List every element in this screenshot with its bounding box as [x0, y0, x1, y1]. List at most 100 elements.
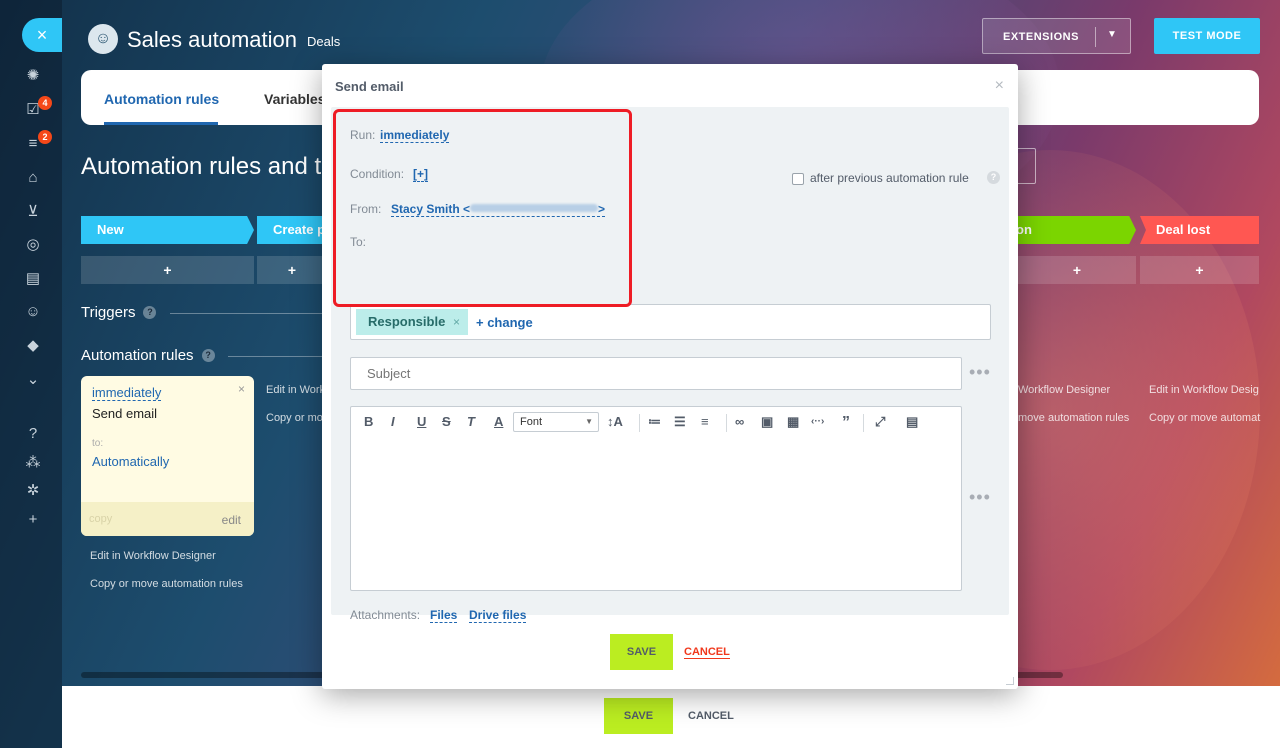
activity-icon[interactable]: ✺ — [24, 67, 42, 85]
help-icon[interactable]: ? — [143, 306, 157, 319]
save-button[interactable]: SAVE — [604, 698, 673, 734]
link-icon[interactable]: ∞ — [735, 414, 744, 429]
code-icon[interactable]: ‹··› — [811, 416, 824, 427]
cancel-button[interactable]: CANCEL — [684, 646, 730, 659]
stage-deal-lost[interactable]: Deal lost — [1140, 216, 1259, 244]
box-icon[interactable]: ◆ — [24, 337, 42, 355]
contact-card-icon[interactable]: ▤ — [24, 270, 42, 288]
rule-action: Send email — [92, 406, 158, 421]
image-icon[interactable]: ▣ — [761, 414, 773, 430]
target-icon[interactable]: ◎ — [24, 236, 42, 254]
add-trigger-button[interactable]: + — [1018, 256, 1136, 284]
edit-workflow-designer-link[interactable]: Edit in Workflow Designer — [90, 550, 216, 562]
help-icon[interactable]: ? — [24, 425, 42, 443]
triggers-label: Triggers — [81, 304, 136, 321]
add-icon[interactable]: + — [24, 511, 42, 529]
page-subtitle: Deals — [307, 34, 341, 49]
divider — [1095, 27, 1096, 47]
help-icon[interactable]: ? — [987, 171, 1000, 184]
divider — [228, 356, 322, 357]
extensions-button[interactable]: EXTENSIONS ▼ — [982, 18, 1131, 54]
close-icon[interactable]: × — [238, 382, 245, 396]
remove-tag-icon[interactable]: × — [453, 309, 460, 335]
underline-icon[interactable]: U — [417, 414, 426, 429]
settings-icon[interactable]: ✲ — [24, 482, 42, 500]
font-size-icon[interactable]: ↕A — [607, 414, 623, 429]
bulleted-list-icon[interactable]: ☰ — [674, 414, 686, 430]
strikethrough-icon[interactable]: S — [442, 414, 451, 429]
add-trigger-button[interactable]: + — [1140, 256, 1259, 284]
after-previous-checkbox[interactable] — [792, 173, 804, 185]
active-tab-indicator — [104, 122, 218, 125]
more-options-icon[interactable]: ••• — [969, 362, 991, 383]
automation-rules-heading: Automation rules? — [81, 347, 215, 364]
table-icon[interactable]: ▦ — [787, 414, 799, 430]
copy-move-rules-link[interactable]: move automation rules — [1018, 412, 1129, 424]
italic-icon[interactable]: I — [391, 414, 395, 429]
divider — [170, 313, 322, 314]
rule-card-footer: copy edit — [81, 502, 254, 536]
cart-icon[interactable]: ⊻ — [24, 203, 42, 221]
more-options-icon[interactable]: ••• — [969, 487, 991, 508]
resize-handle[interactable] — [1006, 677, 1014, 685]
test-mode-button[interactable]: TEST MODE — [1154, 18, 1260, 54]
left-sidebar: × ✺ ☑ 4 ≡ 2 ⌂ ⊻ ◎ ▤ ☺ ◆ ⌄ ? ⁂ ✲ + — [0, 0, 62, 748]
more-icon[interactable]: ⌄ — [24, 371, 42, 389]
attach-drive-files-link[interactable]: Drive files — [469, 608, 527, 623]
attach-files-link[interactable]: Files — [430, 608, 458, 623]
help-icon[interactable]: ? — [201, 349, 215, 362]
edit-link[interactable]: edit — [222, 513, 241, 527]
edit-workflow-designer-link[interactable]: Edit in Workflow Desig — [1149, 384, 1259, 396]
chevron-down-icon: ▼ — [585, 417, 593, 426]
message-editor[interactable]: B I U S T A Font ▼ ↕A ≔ ☰ ≡ ∞ ▣ ▦ ‹··› ”… — [350, 406, 962, 591]
robot-icon: ☺ — [88, 24, 118, 54]
chevron-down-icon[interactable]: ▼ — [1107, 29, 1117, 40]
copy-move-rules-link[interactable]: Copy or move automat — [1149, 412, 1260, 424]
editor-toolbar: B I U S T A Font ▼ ↕A ≔ ☰ ≡ ∞ ▣ ▦ ‹··› ”… — [351, 407, 961, 439]
extensions-label: EXTENSIONS — [1003, 31, 1079, 43]
stage-won[interactable]: on — [1000, 216, 1136, 244]
divider — [726, 414, 727, 432]
attachments-label: Attachments: — [350, 608, 421, 622]
rule-to-value: Automatically — [92, 454, 170, 469]
robot-icon[interactable]: ☺ — [24, 303, 42, 321]
recipient-field[interactable]: Responsible × + change — [350, 304, 991, 340]
bold-icon[interactable]: B — [364, 414, 373, 429]
close-slider-icon[interactable]: × — [22, 18, 62, 52]
sitemap-icon[interactable]: ⁂ — [24, 454, 42, 472]
automation-rules-label: Automation rules — [81, 347, 194, 364]
rule-run-time[interactable]: immediately — [92, 385, 162, 401]
crm-badge: 2 — [38, 130, 52, 144]
after-previous-label[interactable]: after previous automation rule — [810, 171, 969, 185]
quote-icon[interactable]: ” — [842, 414, 850, 432]
font-select-value: Font — [520, 416, 543, 428]
recipient-tag: Responsible × — [356, 309, 468, 335]
save-button[interactable]: SAVE — [610, 634, 673, 670]
tab-variables[interactable]: Variables — [264, 91, 326, 107]
add-trigger-button[interactable]: + — [81, 256, 254, 284]
tab-automation-rules[interactable]: Automation rules — [104, 91, 219, 107]
stage-new[interactable]: New — [81, 216, 254, 244]
dialog-title: Send email — [335, 79, 404, 94]
fullscreen-icon[interactable]: ⤢ — [875, 414, 885, 430]
subject-input[interactable] — [350, 357, 962, 390]
media-icon[interactable]: ▤ — [906, 414, 918, 430]
text-color-icon[interactable]: A — [494, 414, 503, 429]
copy-move-rules-link[interactable]: Copy or move automation rules — [90, 578, 243, 590]
edit-workflow-designer-link[interactable]: Workflow Designer — [1018, 384, 1110, 396]
ordered-list-icon[interactable]: ≔ — [648, 414, 661, 430]
divider — [639, 414, 640, 432]
automation-rule-card[interactable]: immediately × Send email to: Automatical… — [81, 376, 254, 536]
clear-format-icon[interactable]: T — [467, 414, 475, 429]
change-recipient-link[interactable]: + change — [476, 315, 533, 330]
bank-icon[interactable]: ⌂ — [24, 169, 42, 187]
font-select[interactable]: Font ▼ — [513, 412, 599, 432]
recipient-tag-label: Responsible — [368, 314, 446, 329]
cancel-button[interactable]: CANCEL — [688, 710, 734, 722]
add-trigger-button[interactable]: + — [257, 256, 327, 284]
triggers-heading: Triggers? — [81, 304, 157, 321]
copy-link[interactable]: copy — [89, 513, 112, 525]
close-icon[interactable]: × — [995, 77, 1004, 95]
align-icon[interactable]: ≡ — [701, 414, 709, 429]
highlight-annotation — [333, 109, 632, 307]
